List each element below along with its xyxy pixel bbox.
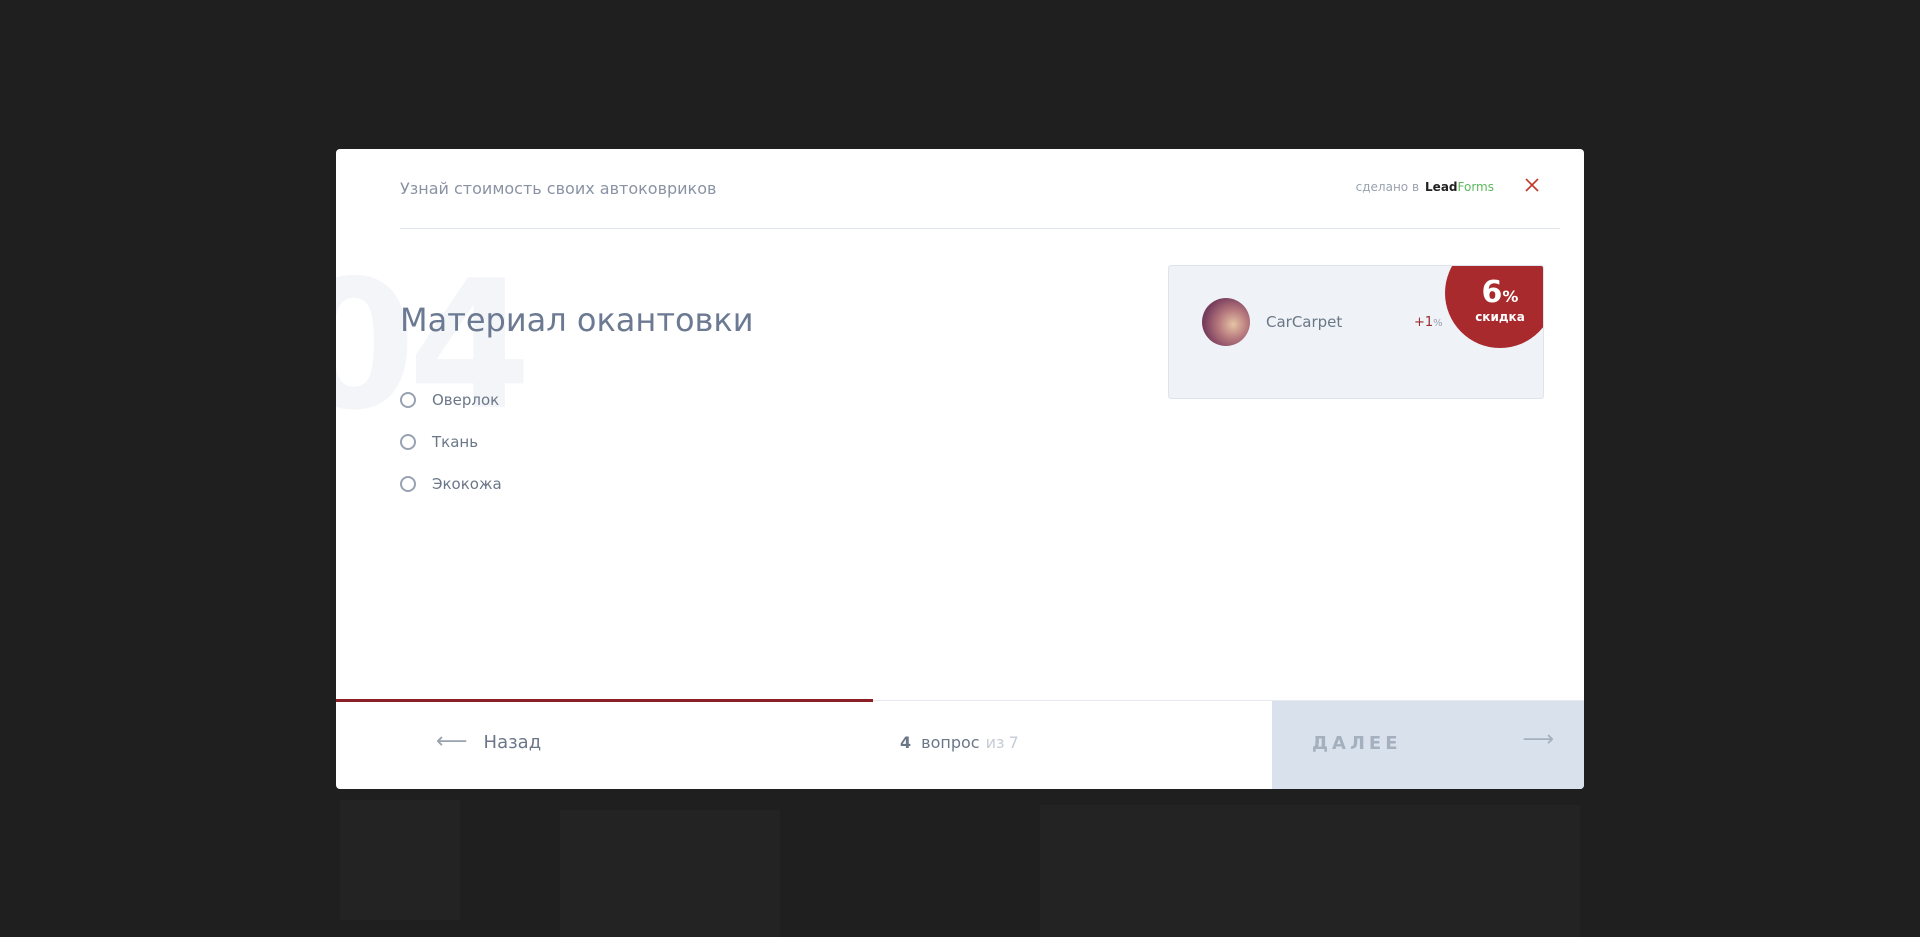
modal-title: Узнай стоимость своих автоковриков [400,179,717,198]
discount-value: 6% [1481,275,1519,310]
radio-icon[interactable] [400,476,416,492]
made-in-label: сделано в [1355,180,1420,194]
option-fabric[interactable]: Ткань [400,421,502,463]
company-name: CarCarpet [1266,313,1343,331]
background-decor [560,810,780,937]
discount-card: CarCarpet +1% 6% скидка [1168,265,1544,399]
counter-total: 7 [1008,733,1019,752]
counter-of: из [985,733,1005,752]
next-button[interactable]: ДАЛЕЕ ⟶ [1272,701,1584,789]
close-button[interactable] [1522,175,1542,195]
back-label: Назад [483,731,542,753]
option-label: Оверлок [432,391,500,409]
quiz-modal: Узнай стоимость своих автоковриков сдела… [336,149,1584,789]
modal-footer: ⟵ Назад 4 вопрос из 7 ДАЛЕЕ ⟶ [336,699,1584,789]
counter-word: вопрос [921,733,980,752]
option-label: Экокожа [432,475,502,493]
question-title: Материал окантовки [400,301,754,339]
counter-current: 4 [900,733,912,752]
background-decor [1040,805,1580,937]
leadforms-logo: LeadForms [1425,180,1494,194]
next-label: ДАЛЕЕ [1312,733,1402,754]
answer-options: Оверлок Ткань Экокожа [400,379,502,505]
avatar [1202,298,1250,346]
option-overlock[interactable]: Оверлок [400,379,502,421]
close-icon [1525,178,1539,192]
modal-header: Узнай стоимость своих автоковриков сдела… [400,149,1560,229]
discount-label: скидка [1475,310,1525,324]
background-decor [340,800,460,920]
discount-increment: +1% [1414,315,1443,330]
option-eco-leather[interactable]: Экокожа [400,463,502,505]
arrow-left-icon: ⟵ [436,729,468,754]
radio-icon[interactable] [400,392,416,408]
arrow-right-icon: ⟶ [1522,727,1554,752]
made-in-badge[interactable]: сделано в LeadForms [1356,180,1494,194]
progress-bar [336,699,873,702]
question-counter: 4 вопрос из 7 [900,733,1019,752]
radio-icon[interactable] [400,434,416,450]
discount-badge: 6% скидка [1445,266,1543,348]
back-button[interactable]: ⟵ Назад [436,731,541,753]
option-label: Ткань [432,433,479,451]
